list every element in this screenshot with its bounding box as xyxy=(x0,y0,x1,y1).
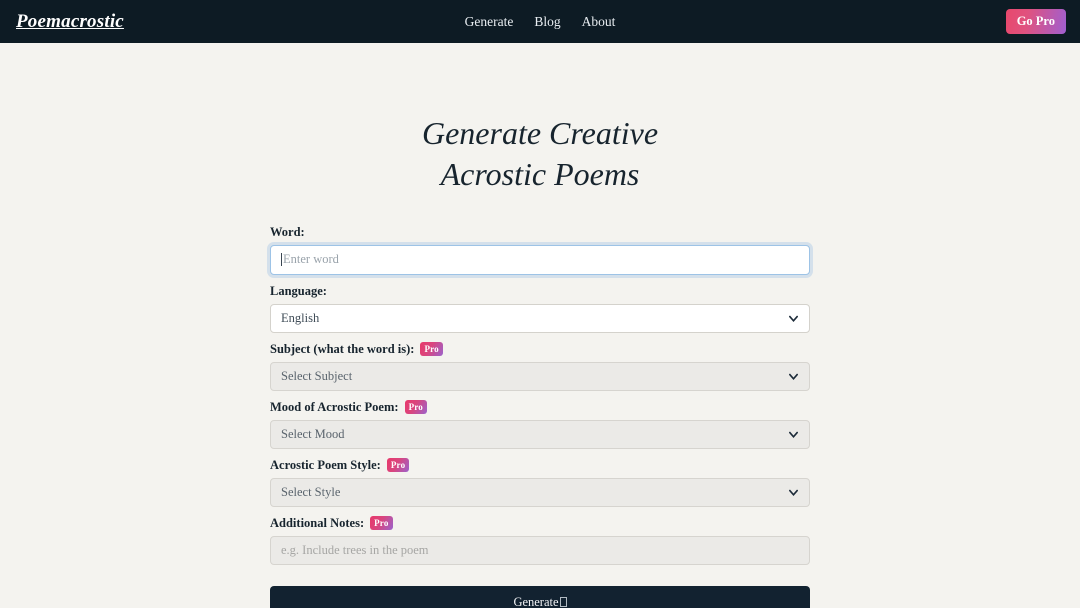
style-selected-value: Select Style xyxy=(281,484,341,499)
nav-item-generate[interactable]: Generate xyxy=(465,14,514,30)
hero-section: Generate Creative Acrostic Poems xyxy=(0,43,1080,195)
page-title-line2: Acrostic Poems xyxy=(440,155,640,192)
page-title-line1: Generate Creative xyxy=(421,115,659,151)
language-select[interactable]: English xyxy=(270,303,810,333)
nav-item-blog[interactable]: Blog xyxy=(534,14,560,30)
additional-notes-label: Additional Notes: Pro xyxy=(270,516,810,531)
go-pro-button[interactable]: Go Pro xyxy=(1005,9,1066,34)
field-subject: Subject (what the word is): Pro Select S… xyxy=(270,342,810,391)
mood-label: Mood of Acrostic Poem: Pro xyxy=(270,400,810,415)
field-word: Word: Enter word xyxy=(270,225,810,275)
field-style: Acrostic Poem Style: Pro Select Style xyxy=(270,458,810,507)
style-label: Acrostic Poem Style: Pro xyxy=(270,458,810,473)
generate-button[interactable]: Generate xyxy=(270,585,810,608)
nav-item-about[interactable]: About xyxy=(582,14,616,30)
generate-button-label: Generate xyxy=(513,594,559,608)
subject-select[interactable]: Select Subject xyxy=(270,361,810,391)
pro-badge-notes[interactable]: Pro xyxy=(370,516,393,531)
mood-selected-value: Select Mood xyxy=(281,426,345,441)
pro-badge-subject[interactable]: Pro xyxy=(420,342,443,357)
brand-logo[interactable]: Poemacrostic xyxy=(16,11,124,33)
acrostic-generator-form: Word: Enter word Language: English Subje… xyxy=(270,195,810,608)
additional-notes-input[interactable]: e.g. Include trees in the poem xyxy=(270,535,810,565)
word-input[interactable]: Enter word xyxy=(270,244,810,275)
style-select[interactable]: Select Style xyxy=(270,477,810,507)
main-nav: Generate Blog About xyxy=(465,14,616,30)
subject-label: Subject (what the word is): Pro xyxy=(270,342,810,357)
chevron-down-icon xyxy=(789,489,798,496)
chevron-down-icon xyxy=(789,373,798,380)
pro-badge-style[interactable]: Pro xyxy=(386,458,410,473)
additional-notes-placeholder: e.g. Include trees in the poem xyxy=(281,542,429,557)
word-label: Word: xyxy=(270,224,305,239)
field-additional-notes: Additional Notes: Pro e.g. Include trees… xyxy=(270,516,810,565)
chevron-down-icon xyxy=(789,315,798,322)
sparkle-icon xyxy=(559,597,567,608)
field-mood: Mood of Acrostic Poem: Pro Select Mood xyxy=(270,400,810,449)
mood-select[interactable]: Select Mood xyxy=(270,419,810,449)
field-language: Language: English xyxy=(270,284,810,333)
text-caret xyxy=(281,253,282,267)
word-input-placeholder: Enter word xyxy=(283,252,339,267)
chevron-down-icon xyxy=(789,431,798,438)
top-navbar: Poemacrostic Generate Blog About Go Pro xyxy=(0,0,1080,43)
language-selected-value: English xyxy=(281,310,320,325)
subject-selected-value: Select Subject xyxy=(281,368,353,383)
language-label: Language: xyxy=(270,283,327,298)
pro-badge-mood[interactable]: Pro xyxy=(404,400,427,415)
page-title: Generate Creative Acrostic Poems xyxy=(0,113,1080,195)
